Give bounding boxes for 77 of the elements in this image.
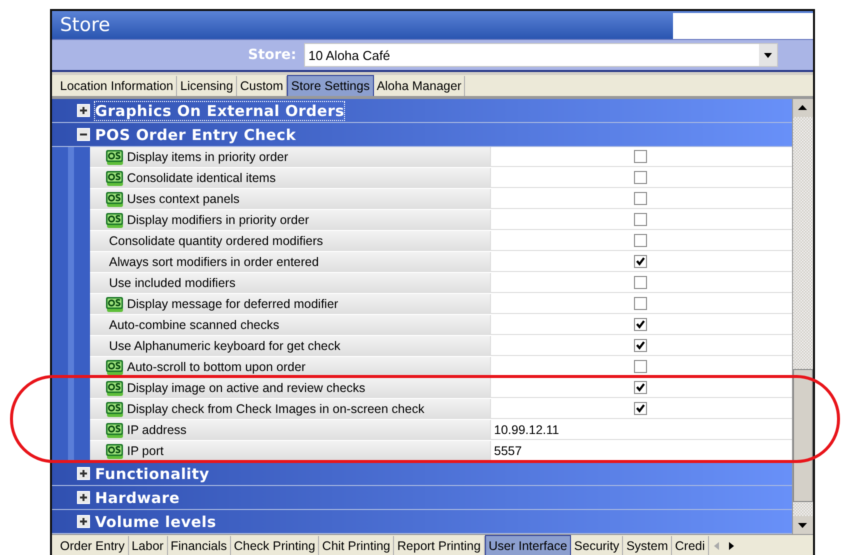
scrollbar-thumb[interactable]: [793, 369, 813, 502]
setting-label-cell: Use Alphanumeric keyboard for get check: [90, 336, 490, 356]
setting-label-cell: Use included modifiers: [90, 273, 490, 293]
setting-label-cell: Auto-combine scanned checks: [90, 315, 490, 335]
setting-value-cell[interactable]: [490, 189, 792, 209]
store-dropdown[interactable]: 10 Aloha Café: [304, 43, 778, 67]
checkbox[interactable]: [634, 402, 647, 415]
tab[interactable]: Labor: [128, 536, 168, 555]
group-header[interactable]: Volume levels: [52, 510, 792, 534]
checkbox[interactable]: [634, 297, 647, 310]
setting-value-cell[interactable]: [490, 168, 792, 188]
tab[interactable]: Credi: [672, 536, 709, 555]
tab[interactable]: System: [623, 536, 672, 555]
tab[interactable]: Order Entry: [57, 536, 129, 555]
setting-value-cell[interactable]: [490, 399, 792, 419]
setting-label-cell: Consolidate identical items: [90, 168, 490, 188]
setting-value-cell[interactable]: [490, 252, 792, 272]
expander-icon[interactable]: [77, 467, 90, 480]
tab[interactable]: Aloha Manager: [374, 76, 466, 96]
tab[interactable]: Location Information: [57, 76, 178, 96]
checkbox[interactable]: [634, 381, 647, 394]
setting-value-cell[interactable]: [490, 357, 792, 377]
setting-label-cell: IP address: [90, 420, 490, 440]
checkbox[interactable]: [634, 234, 647, 247]
setting-value-cell[interactable]: [490, 336, 792, 356]
checkbox[interactable]: [634, 360, 647, 373]
group-title: Graphics On External Orders: [95, 102, 344, 120]
setting-label-cell: Display image on active and review checks: [90, 378, 490, 398]
setting-label-cell: Auto-scroll to bottom upon order: [90, 357, 490, 377]
setting-label-cell: IP port: [90, 441, 490, 461]
group-title: Functionality: [95, 464, 210, 482]
setting-value-cell[interactable]: [490, 315, 792, 335]
setting-label-cell: Display modifiers in priority order: [90, 210, 490, 230]
setting-value-cell[interactable]: 5557: [490, 441, 792, 461]
checkbox[interactable]: [634, 339, 647, 352]
scrollbar[interactable]: [792, 99, 813, 534]
setting-label-cell: Always sort modifiers in order entered: [90, 252, 490, 272]
group-header[interactable]: Hardware: [52, 486, 792, 510]
checkbox[interactable]: [634, 150, 647, 163]
checkbox[interactable]: [634, 192, 647, 205]
setting-value-cell[interactable]: [490, 147, 792, 167]
group-header[interactable]: Functionality: [52, 462, 792, 486]
setting-value-cell[interactable]: [490, 210, 792, 230]
setting-label-cell: Display message for deferred modifier: [90, 294, 490, 314]
setting-value-cell[interactable]: [490, 294, 792, 314]
checkbox[interactable]: [634, 318, 647, 331]
expander-icon[interactable]: [77, 515, 90, 528]
setting-label-cell: Display check from Check Images in on-screen check: [90, 399, 490, 419]
setting-value-cell[interactable]: 10.99.12.11: [490, 420, 792, 440]
expander-icon[interactable]: [77, 104, 90, 117]
setting-label-cell: Uses context panels: [90, 189, 490, 209]
store-label: Store:: [248, 47, 296, 63]
group-title: Hardware: [95, 488, 180, 506]
group-title: Volume levels: [95, 512, 216, 530]
setting-label-cell: Display items in priority order: [90, 147, 490, 167]
checkbox[interactable]: [634, 171, 647, 184]
checkbox[interactable]: [634, 255, 647, 268]
tab[interactable]: Chit Printing: [319, 536, 394, 555]
group-header[interactable]: POS Order Entry Check: [52, 123, 792, 147]
title-field[interactable]: [673, 13, 813, 39]
setting-value-cell[interactable]: [490, 273, 792, 293]
group-header[interactable]: Graphics On External Orders: [52, 99, 792, 123]
tab[interactable]: Licensing: [177, 76, 238, 96]
tab[interactable]: Security: [571, 536, 624, 555]
setting-label-cell: Consolidate quantity ordered modifiers: [90, 231, 490, 251]
expander-icon[interactable]: [77, 491, 90, 504]
group-title: POS Order Entry Check: [95, 126, 296, 144]
window-title: Store: [59, 14, 110, 36]
setting-value-cell[interactable]: [490, 378, 792, 398]
tab[interactable]: Financials: [168, 536, 231, 555]
expander-icon[interactable]: [77, 128, 90, 141]
tab[interactable]: Store Settings: [287, 75, 374, 96]
tab[interactable]: Check Printing: [230, 536, 320, 555]
tab[interactable]: User Interface: [484, 535, 572, 555]
setting-value-cell[interactable]: [490, 231, 792, 251]
checkbox[interactable]: [634, 213, 647, 226]
checkbox[interactable]: [634, 276, 647, 289]
